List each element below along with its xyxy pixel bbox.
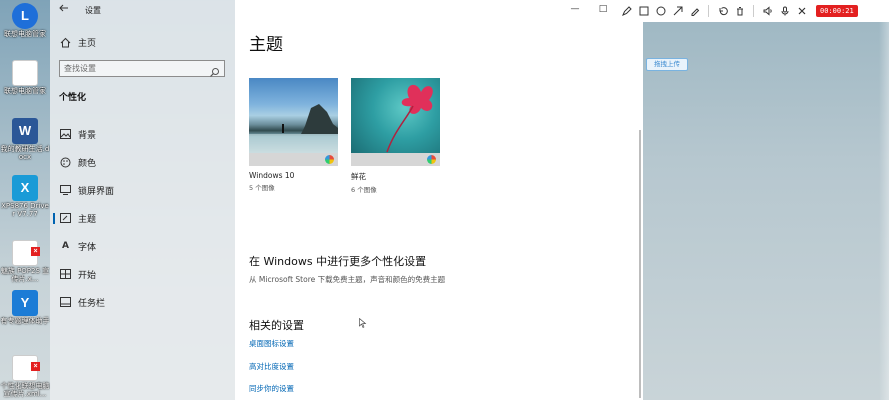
theme-image-count: 6 个图像 bbox=[351, 186, 377, 194]
theme-image-count: 5 个图像 bbox=[249, 184, 275, 192]
toolbar-divider bbox=[753, 5, 754, 17]
sidebar-item-fonts[interactable]: A 字体 bbox=[50, 232, 235, 260]
sidebar-item-lock-screen[interactable]: 锁屏界面 bbox=[50, 176, 235, 204]
trash-icon[interactable] bbox=[732, 3, 748, 19]
mouse-cursor-icon bbox=[359, 318, 367, 328]
rectangle-icon[interactable] bbox=[636, 3, 652, 19]
high-contrast-settings-link[interactable]: 高对比度设置 bbox=[249, 361, 294, 372]
theme-thumbnail[interactable] bbox=[351, 78, 440, 166]
screen-recorder-toolbar: 00:00:21 bbox=[618, 0, 889, 22]
sidebar-item-start[interactable]: 开始 bbox=[50, 260, 235, 288]
desktop-icon-label: 个性化联想电脑宣传片.xml... bbox=[0, 382, 50, 398]
minimize-button[interactable]: — bbox=[568, 2, 582, 16]
taskbar-icon bbox=[59, 296, 72, 309]
search-input[interactable] bbox=[64, 64, 209, 73]
video-file-icon: × bbox=[12, 355, 40, 381]
desktop-icon-label: 有专题理体助手 bbox=[0, 317, 50, 325]
sidebar-item-home[interactable]: 主页 bbox=[50, 33, 235, 51]
video-file-icon: × bbox=[12, 240, 40, 266]
windows10-beach-image bbox=[249, 78, 338, 153]
sidebar-item-taskbar[interactable]: 任务栏 bbox=[50, 288, 235, 316]
desktop-icon-xps-driver[interactable]: X XPS876 Driver V7.77 bbox=[0, 175, 50, 218]
circle-icon[interactable] bbox=[653, 3, 669, 19]
sidebar-section-heading: 个性化 bbox=[59, 93, 87, 103]
file-icon bbox=[12, 60, 38, 86]
sidebar-item-label: 颜色 bbox=[78, 158, 97, 169]
maximize-button[interactable]: □ bbox=[596, 2, 610, 16]
scrollbar[interactable] bbox=[639, 130, 641, 398]
palette-icon bbox=[59, 156, 72, 169]
sidebar-item-label: 开始 bbox=[78, 270, 97, 281]
theme-color-strip bbox=[249, 153, 338, 166]
home-icon bbox=[59, 36, 72, 49]
theme-name: 鲜花 bbox=[351, 172, 366, 181]
assistant-app-icon: Y bbox=[12, 290, 38, 316]
settings-sidebar: 设置 主页 个性化 背景 颜色 锁屏界面 bbox=[50, 0, 235, 400]
title-bar: 设置 bbox=[50, 0, 235, 20]
theme-name: Windows 10 bbox=[249, 171, 295, 180]
back-arrow-icon[interactable] bbox=[59, 3, 73, 17]
start-grid-icon bbox=[59, 268, 72, 281]
marker-icon[interactable] bbox=[687, 3, 703, 19]
desktop-icon-meizu-video[interactable]: × 魅族 POP2S 宣传片.x... bbox=[0, 240, 50, 283]
speaker-icon[interactable] bbox=[760, 3, 776, 19]
brush-icon bbox=[59, 212, 72, 225]
desktop-icon-word-doc[interactable]: W 我的教研生活.docx bbox=[0, 118, 50, 161]
toolbar-divider bbox=[708, 5, 709, 17]
sidebar-item-label: 主页 bbox=[78, 38, 97, 49]
lenovo-app-icon: L bbox=[12, 3, 38, 29]
sidebar-item-label: 任务栏 bbox=[78, 298, 106, 309]
sidebar-item-colors[interactable]: 颜色 bbox=[50, 148, 235, 176]
settings-main-pane: 主题 Windows 10 5 个图像 鲜花 6 个图像 在 Windows 中… bbox=[235, 0, 643, 400]
sidebar-nav-list: 背景 颜色 锁屏界面 主题 A 字体 开始 任务栏 bbox=[50, 120, 235, 316]
desktop-icon-lenovo-manager[interactable]: L 联想电脑管家 bbox=[0, 3, 50, 38]
monitor-icon bbox=[59, 184, 72, 197]
window-title: 设置 bbox=[85, 5, 101, 15]
font-icon: A bbox=[62, 241, 69, 251]
desktop-icon-assistant[interactable]: Y 有专题理体助手 bbox=[0, 290, 50, 325]
close-icon[interactable] bbox=[794, 3, 810, 19]
page-title: 主题 bbox=[249, 35, 283, 55]
arrow-icon[interactable] bbox=[670, 3, 686, 19]
desktop-icon-label: 联想电脑管家 bbox=[4, 87, 46, 95]
window-controls: — □ bbox=[568, 2, 618, 16]
sidebar-item-background[interactable]: 背景 bbox=[50, 120, 235, 148]
image-icon bbox=[59, 128, 72, 141]
search-box[interactable] bbox=[59, 60, 225, 77]
driver-icon: X bbox=[12, 175, 38, 201]
flower-image bbox=[351, 78, 440, 153]
desktop-icon-label: 我的教研生活.docx bbox=[0, 145, 50, 161]
theme-thumbnail[interactable] bbox=[249, 78, 338, 166]
close-badge-icon: × bbox=[31, 247, 40, 256]
theme-color-icon bbox=[427, 155, 436, 164]
theme-card-windows10[interactable]: Windows 10 5 个图像 bbox=[249, 78, 338, 192]
sync-settings-link[interactable]: 同步你的设置 bbox=[249, 383, 294, 394]
theme-card-flowers[interactable]: 鲜花 6 个图像 bbox=[351, 78, 440, 194]
desktop-icon-column: L 联想电脑管家 联想电脑管家 W 我的教研生活.docx X XPS876 D… bbox=[0, 0, 50, 400]
sidebar-item-themes[interactable]: 主题 bbox=[50, 204, 235, 232]
desktop-icon-label: 联想电脑管家 bbox=[4, 30, 46, 38]
desktop-icon-lenovo-manager-file[interactable]: 联想电脑管家 bbox=[0, 60, 50, 95]
theme-color-strip bbox=[351, 153, 440, 166]
recording-timer: 00:00:21 bbox=[816, 5, 858, 17]
desktop-icon-lenovo-video[interactable]: × 个性化联想电脑宣传片.xml... bbox=[0, 355, 50, 398]
close-badge-icon: × bbox=[31, 362, 40, 371]
desktop-icon-label: 魅族 POP2S 宣传片.x... bbox=[0, 267, 50, 283]
sidebar-item-label: 主题 bbox=[78, 214, 97, 225]
microsoft-store-link[interactable]: 从 Microsoft Store 下载免费主题，声音和颜色的免费主题 bbox=[249, 274, 445, 285]
related-settings-heading: 相关的设置 bbox=[249, 319, 304, 332]
sidebar-item-label: 锁屏界面 bbox=[78, 186, 115, 197]
pen-icon[interactable] bbox=[619, 3, 635, 19]
theme-color-icon bbox=[325, 155, 334, 164]
desktop-icon-settings-link[interactable]: 桌面图标设置 bbox=[249, 338, 294, 349]
search-icon[interactable] bbox=[209, 63, 221, 77]
word-doc-icon: W bbox=[12, 118, 38, 144]
microphone-icon[interactable] bbox=[777, 3, 793, 19]
drag-upload-button[interactable]: 拖拽上传 bbox=[646, 58, 688, 71]
undo-icon[interactable] bbox=[715, 3, 731, 19]
desktop-icon-label: XPS876 Driver V7.77 bbox=[1, 202, 49, 218]
sidebar-item-label: 字体 bbox=[78, 242, 97, 253]
sidebar-item-label: 背景 bbox=[78, 130, 97, 141]
more-personalization-heading: 在 Windows 中进行更多个性化设置 bbox=[249, 255, 427, 268]
